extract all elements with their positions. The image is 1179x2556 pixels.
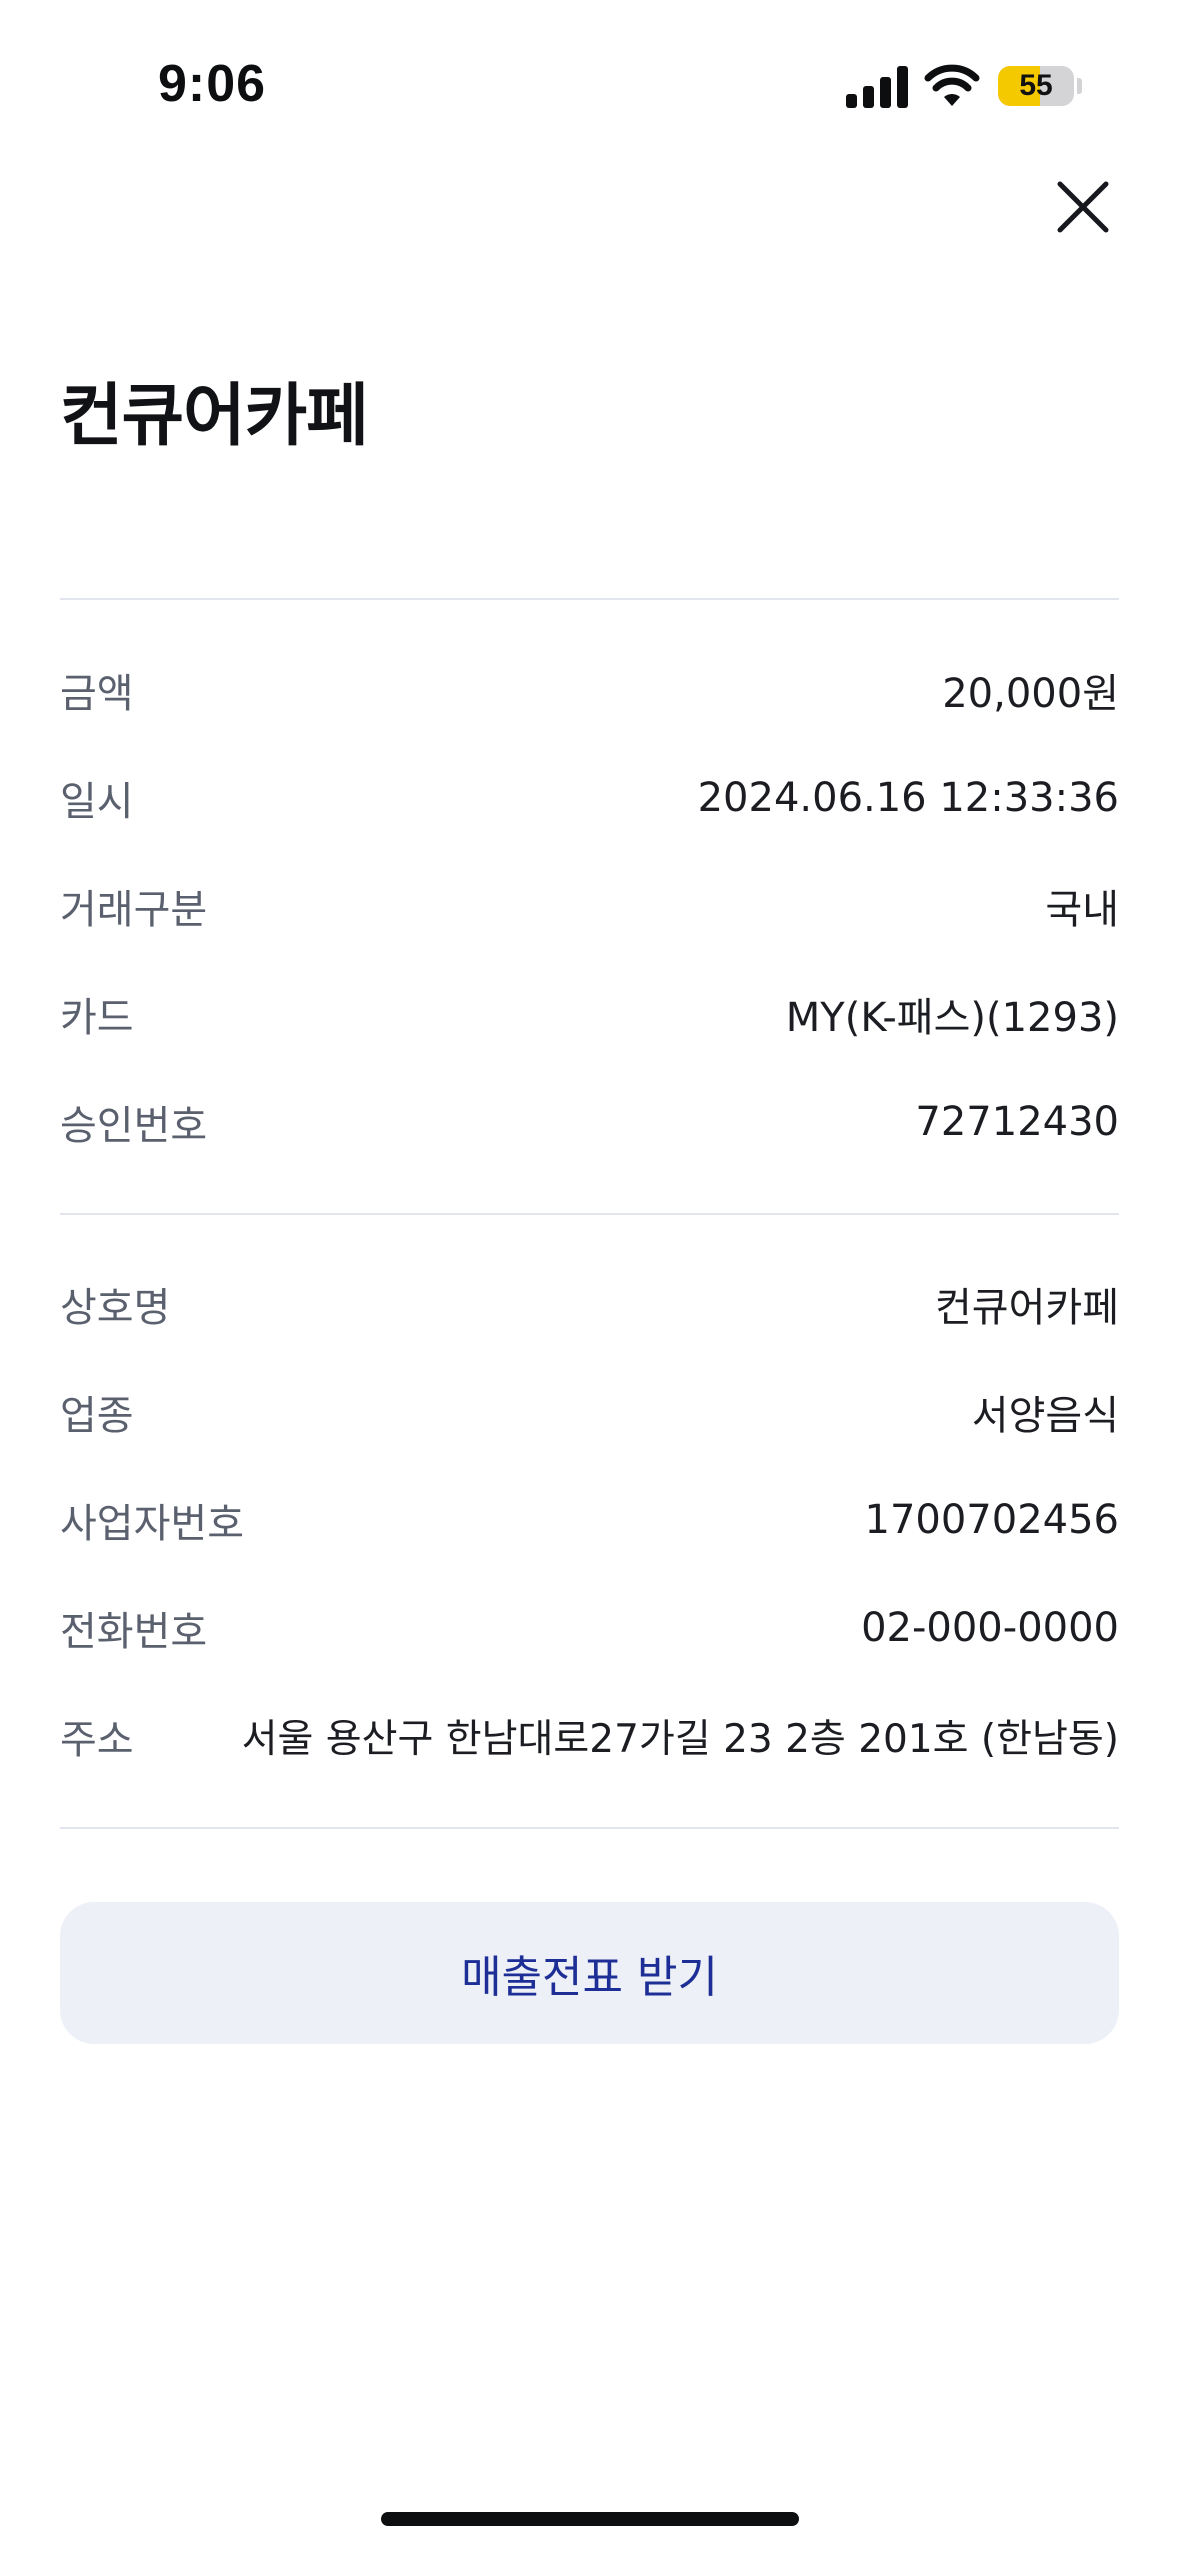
detail-row-business-number: 사업자번호 1700702456 (60, 1490, 1119, 1550)
detail-row-business-type: 업종 서양음식 (60, 1382, 1119, 1442)
status-time: 9:06 (158, 55, 267, 113)
detail-label: 카드 (60, 995, 134, 1041)
get-receipt-button[interactable]: 매출전표 받기 (60, 1902, 1119, 2044)
detail-label: 일시 (60, 779, 134, 825)
detail-row-card: 카드 MY(K-패스)(1293) (60, 984, 1119, 1044)
detail-row-merchant-name: 상호명 컨큐어카페 (60, 1274, 1119, 1334)
detail-row-datetime: 일시 2024.06.16 12:33:36 (60, 768, 1119, 828)
detail-value: 컨큐어카페 (935, 1285, 1119, 1331)
get-receipt-button-label: 매출전표 받기 (461, 1952, 718, 2003)
wifi-icon (924, 64, 980, 106)
screen: 9:06 55 컨큐어카페 금액 20,000원 일시 2024.06.16 1… (0, 0, 1179, 2556)
divider (60, 1827, 1119, 1829)
divider (60, 598, 1119, 600)
detail-label: 금액 (60, 671, 134, 717)
detail-value: 02-000-0000 (861, 1605, 1119, 1651)
detail-label: 상호명 (60, 1285, 171, 1331)
detail-value: 2024.06.16 12:33:36 (697, 775, 1119, 821)
home-indicator[interactable] (381, 2512, 799, 2526)
battery-cap (1077, 78, 1082, 94)
detail-value: 서양음식 (971, 1393, 1119, 1439)
detail-label: 사업자번호 (60, 1501, 244, 1547)
detail-row-phone: 전화번호 02-000-0000 (60, 1598, 1119, 1658)
detail-label: 전화번호 (60, 1609, 208, 1655)
detail-label: 거래구분 (60, 887, 208, 933)
detail-row-address: 주소 서울 용산구 한남대로27가길 23 2층 201호 (한남동) (60, 1706, 1119, 1766)
detail-value: 서울 용산구 한남대로27가길 23 2층 201호 (한남동) (241, 1717, 1119, 1762)
detail-value: MY(K-패스)(1293) (785, 995, 1119, 1041)
detail-label: 업종 (60, 1393, 134, 1439)
detail-value: 1700702456 (864, 1497, 1120, 1543)
detail-value: 72712430 (915, 1099, 1119, 1145)
battery-icon: 55 (998, 66, 1074, 106)
detail-row-approval-number: 승인번호 72712430 (60, 1092, 1119, 1152)
detail-label: 승인번호 (60, 1103, 208, 1149)
divider (60, 1213, 1119, 1215)
close-icon[interactable] (1048, 172, 1118, 242)
detail-row-amount: 금액 20,000원 (60, 660, 1119, 720)
detail-value: 20,000원 (942, 671, 1119, 717)
detail-label: 주소 (60, 1717, 134, 1763)
status-bar: 9:06 55 (0, 0, 1179, 170)
detail-value: 국내 (1045, 887, 1119, 933)
cellular-signal-icon (846, 66, 908, 108)
page-title: 컨큐어카페 (60, 377, 369, 456)
battery-level: 55 (1019, 69, 1053, 102)
detail-row-transaction-type: 거래구분 국내 (60, 876, 1119, 936)
